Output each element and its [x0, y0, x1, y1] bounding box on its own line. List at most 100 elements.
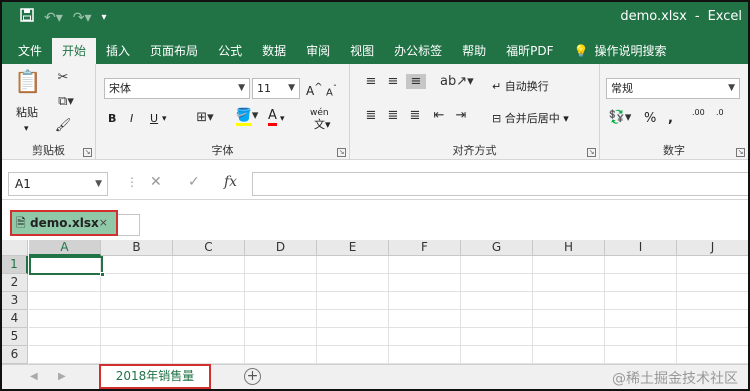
cut-icon[interactable]: ✂	[54, 70, 72, 85]
cell-e6[interactable]	[317, 346, 389, 364]
column-header-g[interactable]: G	[461, 240, 533, 256]
selected-cell[interactable]	[29, 256, 105, 277]
cell-c3[interactable]	[173, 292, 245, 310]
cell-f6[interactable]	[389, 346, 461, 364]
cell-a2[interactable]	[29, 274, 101, 292]
cell-g1[interactable]	[461, 256, 533, 274]
increase-decimal-button[interactable]: .00	[692, 108, 705, 118]
workbook-tab[interactable]: 🗎 demo.xlsx ×	[10, 210, 118, 236]
cell-c4[interactable]	[173, 310, 245, 328]
customize-qat-icon[interactable]: ▾	[102, 9, 107, 27]
name-box[interactable]: A1 ▼	[8, 172, 108, 196]
sheet-tab-active[interactable]: 2018年销售量	[99, 364, 211, 389]
cell-e2[interactable]	[317, 274, 389, 292]
cell-c2[interactable]	[173, 274, 245, 292]
cell-i4[interactable]	[605, 310, 677, 328]
cell-a4[interactable]	[29, 310, 101, 328]
cell-f3[interactable]	[389, 292, 461, 310]
cell-j1[interactable]	[677, 256, 748, 274]
tab-review[interactable]: 审阅	[296, 38, 340, 64]
accounting-format-icon[interactable]: 💱▾	[608, 110, 632, 125]
decrease-decimal-button[interactable]: .0	[716, 108, 724, 118]
cell-e1[interactable]	[317, 256, 389, 274]
tab-home[interactable]: 开始	[52, 38, 97, 64]
align-right-icon[interactable]: ≣	[406, 108, 424, 123]
redo-icon[interactable]: ↷▾	[73, 9, 92, 27]
cell-f2[interactable]	[389, 274, 461, 292]
cell-c1[interactable]	[173, 256, 245, 274]
cell-f1[interactable]	[389, 256, 461, 274]
percent-button[interactable]: %	[644, 110, 656, 128]
cell-f4[interactable]	[389, 310, 461, 328]
cell-e5[interactable]	[317, 328, 389, 346]
font-size-select[interactable]: 11 ▼	[252, 78, 300, 99]
tab-data[interactable]: 数据	[252, 38, 296, 64]
cell-h2[interactable]	[533, 274, 605, 292]
cell-i5[interactable]	[605, 328, 677, 346]
tab-tell-me[interactable]: 💡 操作说明搜索	[564, 38, 677, 64]
increase-font-icon[interactable]: A^	[306, 79, 323, 100]
cell-j6[interactable]	[677, 346, 748, 364]
cancel-icon[interactable]: ✕	[150, 174, 162, 190]
cell-g5[interactable]	[461, 328, 533, 346]
tab-view[interactable]: 视图	[340, 38, 384, 64]
paste-dropdown-icon[interactable]: ▾	[24, 120, 29, 138]
wrap-text-button[interactable]: ↵ 自动换行	[492, 78, 549, 96]
row-header-3[interactable]: 3	[2, 292, 28, 310]
paste-icon[interactable]: 📋	[14, 70, 42, 95]
cell-i6[interactable]	[605, 346, 677, 364]
cell-d2[interactable]	[245, 274, 317, 292]
underline-button[interactable]: U	[150, 110, 158, 128]
formula-input[interactable]	[252, 172, 748, 196]
align-center-icon[interactable]: ≣	[384, 108, 402, 123]
align-left-icon[interactable]: ≣	[362, 108, 380, 123]
tab-formulas[interactable]: 公式	[208, 38, 252, 64]
column-header-f[interactable]: F	[389, 240, 461, 256]
cell-g3[interactable]	[461, 292, 533, 310]
close-icon[interactable]: ×	[99, 212, 108, 234]
cell-d3[interactable]	[245, 292, 317, 310]
cell-f5[interactable]	[389, 328, 461, 346]
italic-button[interactable]: I	[130, 110, 133, 128]
scroll-left-icon[interactable]: ◀	[30, 371, 38, 382]
fill-color-icon[interactable]: 🪣▾	[234, 108, 260, 126]
cell-h4[interactable]	[533, 310, 605, 328]
font-color-button[interactable]: A	[268, 108, 277, 126]
cell-g6[interactable]	[461, 346, 533, 364]
font-launcher-icon[interactable]: ↘	[337, 148, 346, 157]
decrease-font-icon[interactable]: Aˇ	[326, 79, 337, 102]
cell-h6[interactable]	[533, 346, 605, 364]
add-sheet-icon[interactable]: +	[244, 368, 261, 385]
cell-b5[interactable]	[101, 328, 173, 346]
bold-button[interactable]: B	[108, 110, 116, 128]
cell-e4[interactable]	[317, 310, 389, 328]
tab-help[interactable]: 帮助	[452, 38, 496, 64]
cell-c5[interactable]	[173, 328, 245, 346]
tab-file[interactable]: 文件	[8, 38, 52, 64]
align-top-icon[interactable]: ≡	[362, 74, 380, 89]
tab-foxit-pdf[interactable]: 福昕PDF	[496, 38, 563, 64]
column-header-a[interactable]: A	[29, 240, 101, 256]
font-name-select[interactable]: 宋体 ▼	[104, 78, 250, 99]
cell-g2[interactable]	[461, 274, 533, 292]
decrease-indent-icon[interactable]: ⇤	[430, 108, 448, 123]
alignment-launcher-icon[interactable]: ↘	[587, 148, 596, 157]
align-middle-icon[interactable]: ≡	[384, 74, 402, 89]
cell-i1[interactable]	[605, 256, 677, 274]
cell-j2[interactable]	[677, 274, 748, 292]
cell-i2[interactable]	[605, 274, 677, 292]
cell-a5[interactable]	[29, 328, 101, 346]
cell-b2[interactable]	[101, 274, 173, 292]
enter-icon[interactable]: ✓	[188, 174, 200, 190]
row-header-2[interactable]: 2	[2, 274, 28, 292]
row-header-4[interactable]: 4	[2, 310, 28, 328]
select-all-corner[interactable]	[2, 240, 28, 256]
column-header-d[interactable]: D	[245, 240, 317, 256]
number-launcher-icon[interactable]: ↘	[736, 148, 745, 157]
orientation-icon[interactable]: ab↗▾	[440, 74, 474, 89]
column-header-c[interactable]: C	[173, 240, 245, 256]
insert-function-icon[interactable]: fx	[224, 174, 237, 190]
cell-g4[interactable]	[461, 310, 533, 328]
row-header-5[interactable]: 5	[2, 328, 28, 346]
merge-center-button[interactable]: ⊟ 合并后居中 ▾	[492, 110, 569, 128]
